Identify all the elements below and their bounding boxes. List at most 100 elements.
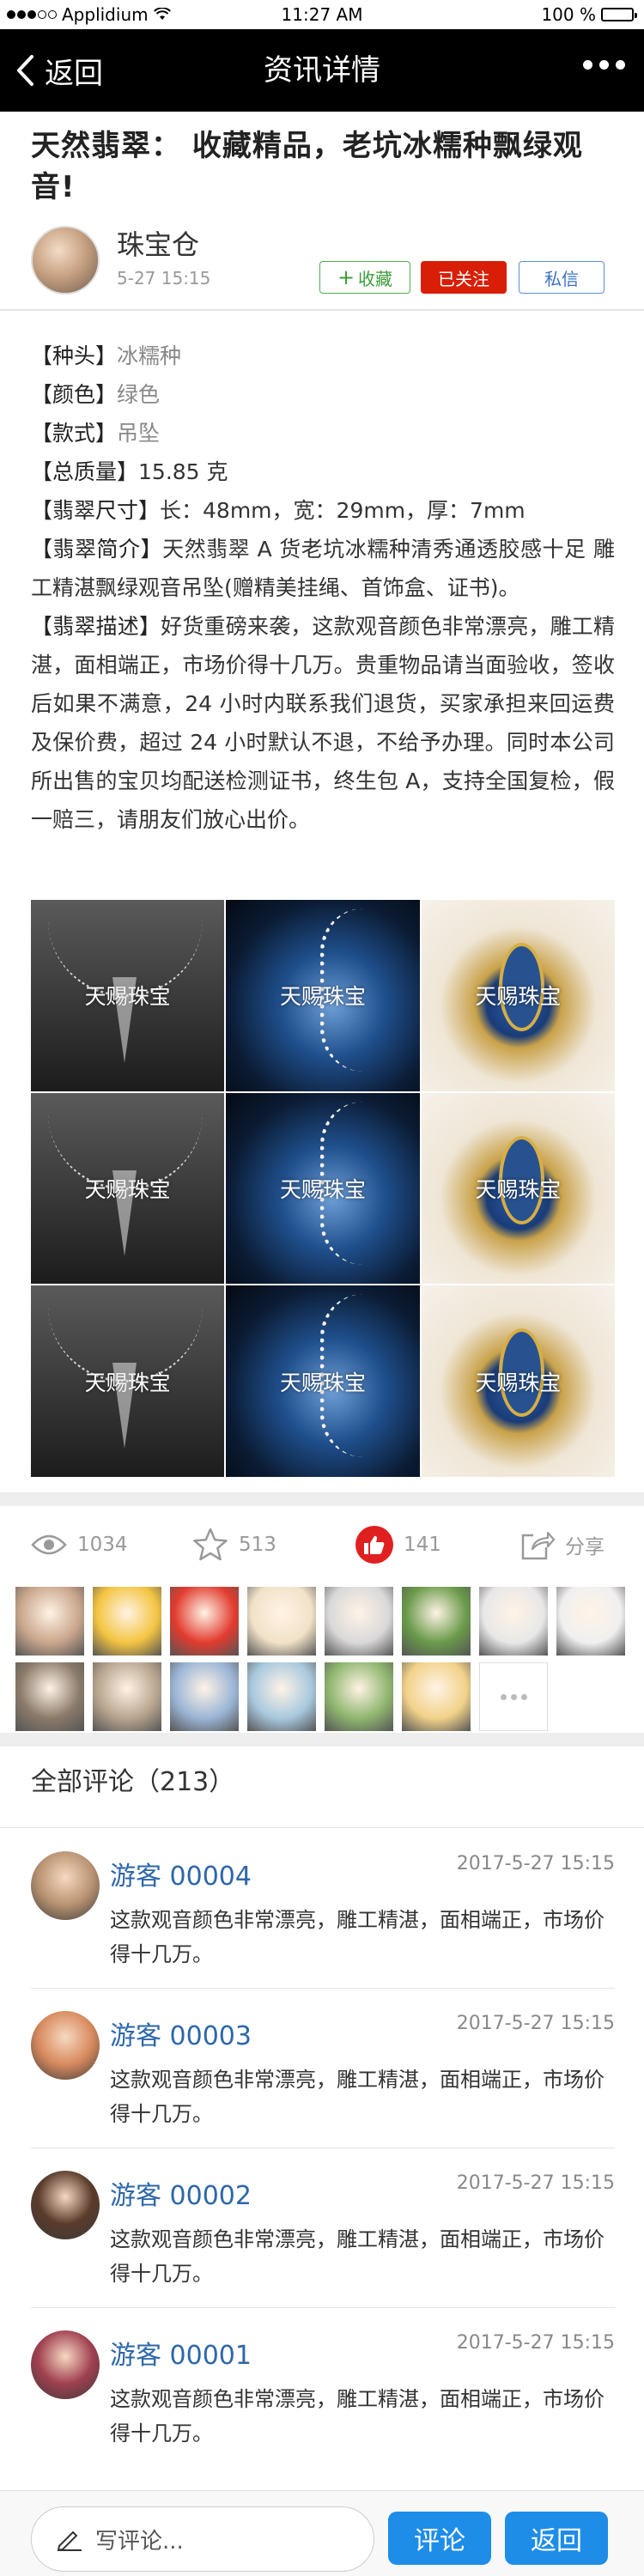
message-button[interactable]: 私信	[519, 261, 605, 294]
liked-users-grid	[15, 1580, 629, 1731]
product-image-sapphire[interactable]: 天赐珠宝	[226, 1285, 420, 1477]
battery-percent: 100 %	[541, 4, 596, 25]
liked-user-avatar-sketch-1[interactable]	[479, 1587, 548, 1656]
share-icon	[521, 1531, 555, 1560]
like-stat[interactable]: 141	[355, 1506, 441, 1583]
article-title: 天然翡翠： 收藏精品，老坑冰糯种飘绿观音!	[31, 129, 583, 204]
watermark: 天赐珠宝	[279, 1370, 366, 1395]
watermark: 天赐珠宝	[279, 984, 366, 1010]
product-image-ring[interactable]: 天赐珠宝	[421, 900, 615, 1091]
section-separator	[0, 1492, 644, 1506]
comment-input[interactable]: 写评论...	[31, 2506, 374, 2572]
back-button[interactable]: 返回	[15, 29, 103, 112]
commenter-name[interactable]: 游客 00003	[110, 2014, 252, 2052]
spec-weight: 【总质量】15.85 克	[31, 459, 228, 484]
liked-user-avatar-cartoon-boy[interactable]	[402, 1662, 471, 1731]
commenter-avatar[interactable]	[31, 2011, 100, 2080]
more-dot-icon	[599, 60, 609, 70]
watermark: 天赐珠宝	[84, 1176, 171, 1202]
product-image-sapphire[interactable]: 天赐珠宝	[226, 1092, 420, 1285]
comment-item: 游客 00002 2017-5-27 15:15 这款观音颜色非常漂亮，雕工精湛，面…	[31, 2148, 615, 2308]
spec-intro: 【翡翠简介】天然翡翠 A 货老坑冰糯种清秀通透胶感十足 雕工精湛飘绿观音吊坠(赠…	[31, 537, 615, 600]
author-row: 珠宝仓 5-27 15:15 + 收藏 已关注 私信	[31, 223, 615, 301]
favorite-label: 收藏	[358, 268, 393, 289]
product-image-necklace[interactable]: 天赐珠宝	[31, 1285, 225, 1477]
nav-bar: 返回 资讯详情	[0, 29, 644, 112]
status-bar: Applidium 11:27 AM 100 %	[0, 0, 644, 29]
liked-user-avatar-girl-green[interactable]	[402, 1587, 471, 1656]
favorite-button[interactable]: + 收藏	[319, 261, 410, 294]
comment-text: 这款观音颜色非常漂亮，雕工精湛，面相端正，市场价得十几万。	[110, 2227, 605, 2286]
comment-item: 游客 00001 2017-5-27 15:15 这款观音颜色非常漂亮，雕工精湛，面…	[31, 2308, 615, 2468]
liked-user-avatar-flowers[interactable]	[93, 1662, 161, 1731]
publish-date: 5-27 15:15	[117, 268, 211, 289]
share-button[interactable]: 分享	[520, 1506, 605, 1583]
watermark: 天赐珠宝	[475, 984, 562, 1010]
liked-user-avatar-girl-3[interactable]	[170, 1662, 239, 1731]
divider	[0, 1827, 644, 1828]
product-image-grid: 天赐珠宝 天赐珠宝 天赐珠宝 天赐珠宝 天赐珠宝 天赐珠宝 天赐珠宝 天赐珠宝 天赐珠宝	[31, 900, 615, 1477]
liked-user-avatar-sunglasses[interactable]	[325, 1587, 393, 1656]
product-image-ring[interactable]: 天赐珠宝	[421, 1092, 615, 1285]
liked-user-avatar-sketch-2[interactable]	[556, 1587, 625, 1656]
watermark: 天赐珠宝	[475, 1370, 562, 1395]
comment-text: 这款观音颜色非常漂亮，雕工精湛，面相端正，市场价得十几万。	[110, 2068, 605, 2126]
commenter-avatar[interactable]	[31, 2171, 100, 2239]
more-dot-icon	[510, 1693, 517, 1700]
more-dot-icon	[583, 60, 592, 70]
spec-size: 【翡翠尺寸】长：48mm，宽：29mm，厚：7mm	[31, 498, 526, 523]
more-dot-icon	[500, 1693, 507, 1700]
comment-input-placeholder: 写评论...	[95, 2528, 184, 2555]
watermark: 天赐珠宝	[279, 1176, 366, 1202]
comment-item: 游客 00004 2017-5-27 15:15 这款观音颜色非常漂亮，雕工精湛，面…	[31, 1829, 615, 1989]
more-menu-button[interactable]	[583, 60, 625, 70]
section-separator	[0, 1733, 644, 1747]
commenter-name[interactable]: 游客 00001	[110, 2334, 252, 2372]
comment-time: 2017-5-27 15:15	[456, 2332, 615, 2354]
liked-user-avatar-cartoon-yellow[interactable]	[93, 1587, 161, 1656]
eye-icon	[31, 1534, 67, 1555]
comment-text: 这款观音颜色非常漂亮，雕工精湛，面相端正，市场价得十几万。	[110, 2387, 605, 2445]
watermark: 天赐珠宝	[84, 984, 171, 1010]
author-avatar[interactable]	[31, 226, 100, 295]
liked-user-avatar-cat[interactable]	[247, 1587, 316, 1656]
battery-info: 100 %	[541, 4, 637, 25]
plus-icon: +	[337, 265, 355, 289]
spec-variety: 【种头】冰糯种	[31, 343, 182, 368]
comment-time: 2017-5-27 15:15	[456, 2013, 615, 2034]
comment-time: 2017-5-27 15:15	[456, 1853, 615, 1874]
product-image-necklace[interactable]: 天赐珠宝	[31, 900, 225, 1091]
product-image-necklace[interactable]: 天赐珠宝	[31, 1092, 225, 1285]
likes-count: 141	[404, 1534, 441, 1556]
comment-item: 游客 00003 2017-5-27 15:15 这款观音颜色非常漂亮，雕工精湛，面…	[31, 1989, 615, 2148]
watermark: 天赐珠宝	[475, 1176, 562, 1202]
liked-user-avatar-beach[interactable]	[247, 1662, 316, 1731]
submit-comment-button[interactable]: 评论	[388, 2512, 491, 2565]
followed-button[interactable]: 已关注	[421, 261, 507, 294]
commenter-avatar[interactable]	[31, 2330, 100, 2399]
liked-user-avatar-tree[interactable]	[325, 1662, 393, 1731]
product-image-ring[interactable]: 天赐珠宝	[421, 1285, 615, 1477]
commenter-name[interactable]: 游客 00002	[110, 2174, 252, 2212]
liked-user-avatar-girl-1[interactable]	[15, 1587, 84, 1656]
back-label: 返回	[45, 56, 103, 91]
liked-user-avatar-cartoon-fox[interactable]	[170, 1587, 239, 1656]
commenter-avatar[interactable]	[31, 1851, 100, 1920]
liked-user-avatar-child[interactable]	[15, 1662, 84, 1731]
comment-text: 这款观音颜色非常漂亮，雕工精湛，面相端正，市场价得十几万。	[110, 1908, 605, 1966]
more-users-button[interactable]	[479, 1662, 548, 1731]
commenter-name[interactable]: 游客 00004	[110, 1855, 252, 1893]
battery-icon	[601, 8, 637, 21]
author-name[interactable]: 珠宝仓	[117, 223, 199, 263]
chevron-left-icon	[17, 55, 33, 86]
spec-style: 【款式】吊坠	[31, 421, 161, 446]
product-image-sapphire[interactable]: 天赐珠宝	[226, 900, 420, 1091]
comment-time: 2017-5-27 15:15	[456, 2172, 615, 2194]
comments-header: 全部评论（213）	[31, 1767, 235, 1797]
product-specs: 【种头】冰糯种 【颜色】绿色 【款式】吊坠 【总质量】15.85 克 【翡翠尺寸…	[31, 337, 615, 839]
return-button[interactable]: 返回	[505, 2512, 608, 2565]
star-icon	[193, 1528, 228, 1561]
views-stat: 1034	[31, 1506, 128, 1583]
watermark: 天赐珠宝	[84, 1370, 171, 1395]
favorite-stat[interactable]: 513	[192, 1506, 276, 1583]
